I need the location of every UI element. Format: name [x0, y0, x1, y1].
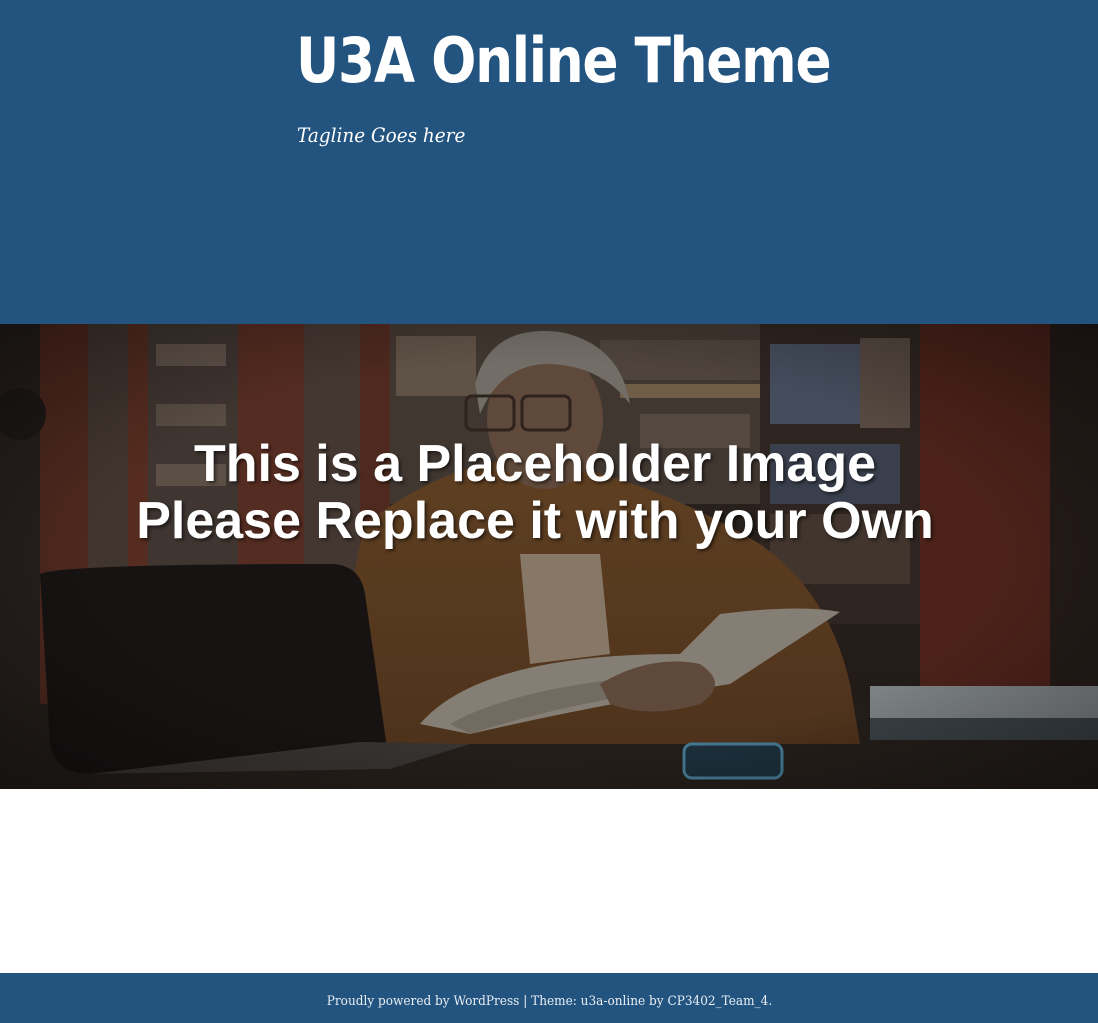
hero-caption: This is a Placeholder Image Please Repla… [0, 436, 1070, 550]
footer-credits: Proudly powered by WordPress | Theme: u3… [326, 973, 771, 1023]
site-footer: Proudly powered by WordPress | Theme: u3… [0, 973, 1098, 1023]
site-title[interactable]: U3A Online Theme [296, 22, 832, 100]
hero-image: This is a Placeholder Image Please Repla… [0, 324, 1098, 789]
footer-suffix: . [767, 994, 772, 1009]
site-header: U3A Online Theme Tagline Goes here [0, 0, 1098, 324]
theme-author-link[interactable]: CP3402_Team_4 [667, 994, 768, 1009]
footer-theme-label: Theme: u3a-online by [530, 994, 667, 1009]
site-tagline: Tagline Goes here [297, 123, 466, 147]
wordpress-link[interactable]: WordPress [453, 994, 519, 1009]
hero-caption-line-2: Please Replace it with your Own [136, 492, 934, 550]
hero-caption-line-1: This is a Placeholder Image [193, 435, 877, 493]
footer-powered-prefix: Proudly powered by [326, 994, 453, 1009]
placeholder-photo [0, 324, 1098, 789]
content-area [0, 789, 1098, 973]
footer-separator: | [518, 994, 531, 1009]
